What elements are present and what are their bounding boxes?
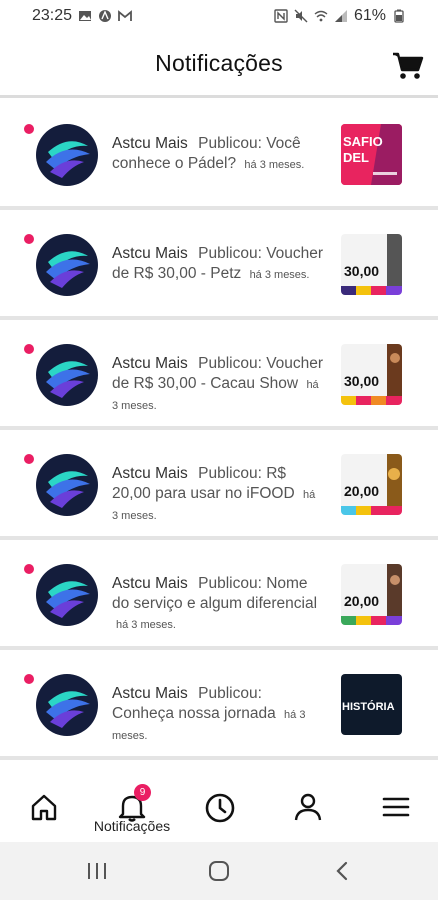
avatar-logo-icon (46, 581, 90, 618)
avatar (36, 674, 98, 736)
notification-item[interactable]: Astcu Mais Publicou: Voucher de R$ 30,00… (0, 210, 438, 320)
avatar (36, 124, 98, 186)
notification-text: Astcu Mais Publicou: Nome do serviço e a… (112, 574, 324, 635)
notification-text: Astcu Mais Publicou: Você conhece o Páde… (112, 134, 324, 175)
avatar-logo-icon (46, 471, 90, 508)
notification-thumbnail: 30,00 (341, 344, 402, 405)
notification-thumbnail: 20,00 (341, 454, 402, 515)
notification-author: Astcu Mais (112, 575, 188, 592)
notification-item[interactable]: Astcu Mais Publicou: Conheça nossa jorna… (0, 650, 438, 760)
svg-text:30,00: 30,00 (344, 373, 379, 389)
svg-text:DEL: DEL (343, 150, 369, 165)
thumbnail-image: 30,00 (341, 234, 402, 295)
clock-icon (205, 793, 235, 823)
wifi-icon (314, 10, 328, 22)
nav-profile[interactable] (288, 792, 328, 828)
avatar-logo-icon (46, 251, 90, 288)
avatar-logo-icon (46, 141, 90, 178)
notification-time: há 3 meses. (244, 159, 305, 171)
notification-author: Astcu Mais (112, 685, 188, 702)
system-nav-bar (0, 842, 438, 900)
svg-text:20,00: 20,00 (344, 483, 379, 499)
thumbnail-image: 20,00 (341, 454, 402, 515)
nfc-icon (274, 9, 288, 23)
notification-item[interactable]: Astcu Mais Publicou: Nome do serviço e a… (0, 540, 438, 650)
user-icon (294, 793, 322, 821)
notification-text: Astcu Mais Publicou: Conheça nossa jorna… (112, 684, 324, 746)
notification-item[interactable]: Astcu Mais Publicou: R$ 20,00 para usar … (0, 430, 438, 540)
battery-percent: 61% (353, 7, 386, 24)
notification-text: Astcu Mais Publicou: Voucher de R$ 30,00… (112, 244, 324, 285)
avatar-logo-icon (46, 691, 90, 728)
status-right: 61% (274, 7, 406, 25)
notification-thumbnail: HISTÓRIA (341, 674, 402, 735)
back-icon[interactable] (334, 861, 350, 881)
home-icon (31, 794, 57, 821)
recents-icon[interactable] (86, 862, 108, 880)
notification-text: Astcu Mais Publicou: R$ 20,00 para usar … (112, 464, 324, 526)
battery-icon (394, 9, 404, 23)
status-left: 23:25 (32, 7, 132, 25)
avatar (36, 344, 98, 406)
notification-list: Astcu Mais Publicou: Você conhece o Páde… (0, 100, 438, 760)
gmail-icon (118, 10, 132, 21)
unread-dot (24, 674, 34, 684)
notification-author: Astcu Mais (112, 355, 188, 372)
unread-dot (24, 564, 34, 574)
app-header: Notificações (0, 32, 438, 98)
svg-text:30,00: 30,00 (344, 263, 379, 279)
page-title: Notificações (155, 50, 283, 76)
nav-label-notifications: Notificações (93, 818, 171, 834)
home-circle-icon[interactable] (208, 860, 230, 882)
unread-dot (24, 234, 34, 244)
avatar (36, 564, 98, 626)
avatar-logo-icon (46, 361, 90, 398)
notification-author: Astcu Mais (112, 465, 188, 482)
notification-item[interactable]: Astcu Mais Publicou: Você conhece o Páde… (0, 100, 438, 210)
thumbnail-image: HISTÓRIA (341, 674, 402, 735)
thumbnail-image: 20,00 (341, 564, 402, 625)
signal-icon (334, 10, 347, 22)
thumbnail-image: 30,00 (341, 344, 402, 405)
image-icon (79, 11, 92, 21)
svg-text:HISTÓRIA: HISTÓRIA (342, 700, 395, 713)
unread-dot (24, 454, 34, 464)
svg-text:20,00: 20,00 (344, 593, 379, 609)
notification-item[interactable]: Astcu Mais Publicou: Voucher de R$ 30,00… (0, 320, 438, 430)
menu-icon (382, 797, 410, 817)
thumbnail-image: SAFIO DEL (341, 124, 402, 185)
avatar (36, 454, 98, 516)
cart-button[interactable] (390, 46, 426, 82)
notification-author: Astcu Mais (112, 245, 188, 262)
unread-dot (24, 344, 34, 354)
a-circle-icon (99, 10, 112, 22)
notification-thumbnail: 30,00 (341, 234, 402, 295)
unread-dot (24, 124, 34, 134)
notification-time: há 3 meses. (249, 269, 310, 281)
nav-home[interactable] (24, 792, 64, 828)
svg-text:SAFIO: SAFIO (343, 134, 383, 149)
bottom-nav: 9 Notificações (0, 780, 438, 842)
mute-icon (294, 9, 308, 23)
notification-thumbnail: 20,00 (341, 564, 402, 625)
notification-badge: 9 (134, 784, 151, 801)
nav-menu[interactable] (376, 792, 416, 828)
notification-author: Astcu Mais (112, 135, 188, 152)
notification-thumbnail: SAFIO DEL (341, 124, 402, 185)
avatar (36, 234, 98, 296)
notification-text: Astcu Mais Publicou: Voucher de R$ 30,00… (112, 354, 324, 416)
status-time: 23:25 (32, 7, 73, 24)
cart-icon (393, 52, 424, 79)
status-bar: 23:25 61% (0, 0, 438, 32)
notification-time: há 3 meses. (116, 619, 176, 631)
nav-history[interactable] (200, 792, 240, 828)
